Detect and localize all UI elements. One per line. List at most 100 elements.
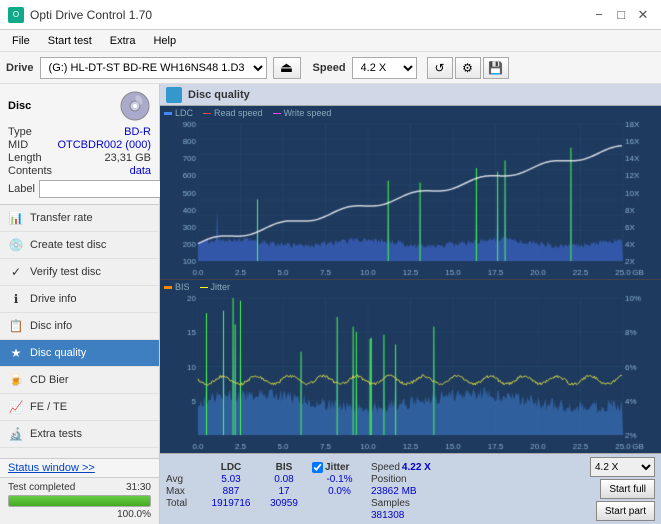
position-label: Position bbox=[371, 474, 407, 485]
disc-icon bbox=[119, 90, 151, 122]
ldc-max: 887 bbox=[206, 486, 256, 497]
start-part-button[interactable]: Start part bbox=[596, 501, 655, 521]
status-time: 31:30 bbox=[126, 482, 151, 493]
bis-avg: 0.08 bbox=[260, 474, 308, 485]
settings-button[interactable]: ⚙ bbox=[455, 57, 481, 79]
length-label: Length bbox=[8, 152, 42, 164]
nav-fe-te[interactable]: 📈 FE / TE bbox=[0, 394, 159, 421]
legend-ldc: LDC bbox=[164, 108, 193, 118]
menu-extra[interactable]: Extra bbox=[102, 33, 144, 49]
drive-info-icon: ℹ bbox=[8, 291, 24, 307]
bis-max: 17 bbox=[260, 486, 308, 497]
disc-info-icon: 📋 bbox=[8, 318, 24, 334]
menu-file[interactable]: File bbox=[4, 33, 38, 49]
speed-stats-label: Speed bbox=[371, 462, 400, 473]
type-value: BD-R bbox=[124, 126, 151, 138]
disc-panel: Disc Type BD-R MID OTCBDR002 (000) Lengt… bbox=[0, 84, 159, 205]
bis-total: 30959 bbox=[260, 498, 308, 509]
fe-te-icon: 📈 bbox=[8, 399, 24, 415]
legend-jitter: Jitter bbox=[200, 282, 231, 292]
extra-tests-icon: 🔬 bbox=[8, 426, 24, 442]
chart-container: LDC Read speed Write speed bbox=[160, 106, 661, 453]
samples-label: Samples bbox=[371, 498, 410, 509]
length-value: 23,31 GB bbox=[105, 152, 151, 164]
position-value: 23862 MB bbox=[371, 486, 441, 497]
refresh-button[interactable]: ↺ bbox=[427, 57, 453, 79]
label-input[interactable] bbox=[39, 180, 177, 198]
chart-title-icon bbox=[166, 87, 182, 103]
nav-transfer-rate[interactable]: 📊 Transfer rate bbox=[0, 205, 159, 232]
legend-write-speed: Write speed bbox=[273, 108, 332, 118]
ldc-total: 1919716 bbox=[206, 498, 256, 509]
speed-select[interactable]: 4.2 X bbox=[352, 57, 417, 79]
nav-disc-info-label: Disc info bbox=[30, 320, 72, 332]
mid-label: MID bbox=[8, 139, 28, 151]
transfer-rate-icon: 📊 bbox=[8, 210, 24, 226]
legend-read-speed: Read speed bbox=[203, 108, 263, 118]
nav-verify-test-disc[interactable]: ✓ Verify test disc bbox=[0, 259, 159, 286]
cd-bier-icon: 🍺 bbox=[8, 372, 24, 388]
nav-extra-tests[interactable]: 🔬 Extra tests bbox=[0, 421, 159, 448]
nav-drive-info-label: Drive info bbox=[30, 293, 76, 305]
app-title: Opti Drive Control 1.70 bbox=[30, 8, 152, 22]
menu-bar: File Start test Extra Help bbox=[0, 30, 661, 52]
nav-list: 📊 Transfer rate 💿 Create test disc ✓ Ver… bbox=[0, 205, 159, 458]
verify-test-disc-icon: ✓ bbox=[8, 264, 24, 280]
status-area: Status window >> bbox=[0, 458, 159, 478]
contents-value: data bbox=[130, 165, 151, 177]
jitter-checkbox[interactable] bbox=[312, 462, 323, 473]
eject-button[interactable]: ⏏ bbox=[273, 57, 301, 79]
jitter-avg: -0.1% bbox=[312, 474, 367, 485]
chart-title-bar: Disc quality bbox=[160, 84, 661, 106]
progress-bar-fill bbox=[9, 496, 150, 506]
menu-start-test[interactable]: Start test bbox=[40, 33, 100, 49]
status-window-button[interactable]: Status window >> bbox=[8, 462, 95, 474]
total-label: Total bbox=[166, 498, 202, 509]
progress-text: 100.0% bbox=[8, 509, 151, 520]
nav-fe-te-label: FE / TE bbox=[30, 401, 67, 413]
nav-disc-quality[interactable]: ★ Disc quality bbox=[0, 340, 159, 367]
contents-label: Contents bbox=[8, 165, 52, 177]
disc-panel-title: Disc bbox=[8, 100, 31, 112]
bis-header: BIS bbox=[260, 462, 308, 473]
speed-stats-value: 4.22 X bbox=[402, 462, 431, 473]
nav-drive-info[interactable]: ℹ Drive info bbox=[0, 286, 159, 313]
nav-transfer-rate-label: Transfer rate bbox=[30, 212, 93, 224]
nav-cd-bier[interactable]: 🍺 CD Bier bbox=[0, 367, 159, 394]
minimize-button[interactable]: − bbox=[589, 5, 609, 25]
max-label: Max bbox=[166, 486, 202, 497]
top-chart-canvas bbox=[160, 120, 661, 279]
save-button[interactable]: 💾 bbox=[483, 57, 509, 79]
drive-bar: Drive (G:) HL-DT-ST BD-RE WH16NS48 1.D3 … bbox=[0, 52, 661, 84]
type-label: Type bbox=[8, 126, 32, 138]
disc-quality-icon: ★ bbox=[8, 345, 24, 361]
menu-help[interactable]: Help bbox=[145, 33, 184, 49]
ldc-avg: 5.03 bbox=[206, 474, 256, 485]
speed-dropdown[interactable]: 4.2 X bbox=[590, 457, 655, 477]
bottom-chart-canvas bbox=[160, 294, 661, 453]
mid-value: OTCBDR002 (000) bbox=[57, 139, 151, 151]
progress-area: Test completed 31:30 100.0% bbox=[0, 478, 159, 524]
drive-label: Drive bbox=[6, 62, 34, 74]
progress-bar-container bbox=[8, 495, 151, 507]
drive-select[interactable]: (G:) HL-DT-ST BD-RE WH16NS48 1.D3 bbox=[40, 57, 267, 79]
maximize-button[interactable]: □ bbox=[611, 5, 631, 25]
samples-value: 381308 bbox=[371, 510, 441, 521]
jitter-max: 0.0% bbox=[312, 486, 367, 497]
right-area: Disc quality LDC Read speed Wri bbox=[160, 84, 661, 524]
speed-label: Speed bbox=[313, 62, 346, 74]
nav-create-test-disc-label: Create test disc bbox=[30, 239, 106, 251]
stats-bar: LDC BIS Jitter Speed 4.22 X Avg 5.03 0.0… bbox=[160, 453, 661, 524]
avg-label: Avg bbox=[166, 474, 202, 485]
nav-create-test-disc[interactable]: 💿 Create test disc bbox=[0, 232, 159, 259]
app-icon: O bbox=[8, 7, 24, 23]
nav-cd-bier-label: CD Bier bbox=[30, 374, 69, 386]
title-bar: O Opti Drive Control 1.70 − □ ✕ bbox=[0, 0, 661, 30]
start-full-button[interactable]: Start full bbox=[600, 479, 655, 499]
close-button[interactable]: ✕ bbox=[633, 5, 653, 25]
create-test-disc-icon: 💿 bbox=[8, 237, 24, 253]
nav-disc-info[interactable]: 📋 Disc info bbox=[0, 313, 159, 340]
legend-bis: BIS bbox=[164, 282, 190, 292]
chart-title: Disc quality bbox=[188, 89, 250, 101]
sidebar: Disc Type BD-R MID OTCBDR002 (000) Lengt… bbox=[0, 84, 160, 524]
